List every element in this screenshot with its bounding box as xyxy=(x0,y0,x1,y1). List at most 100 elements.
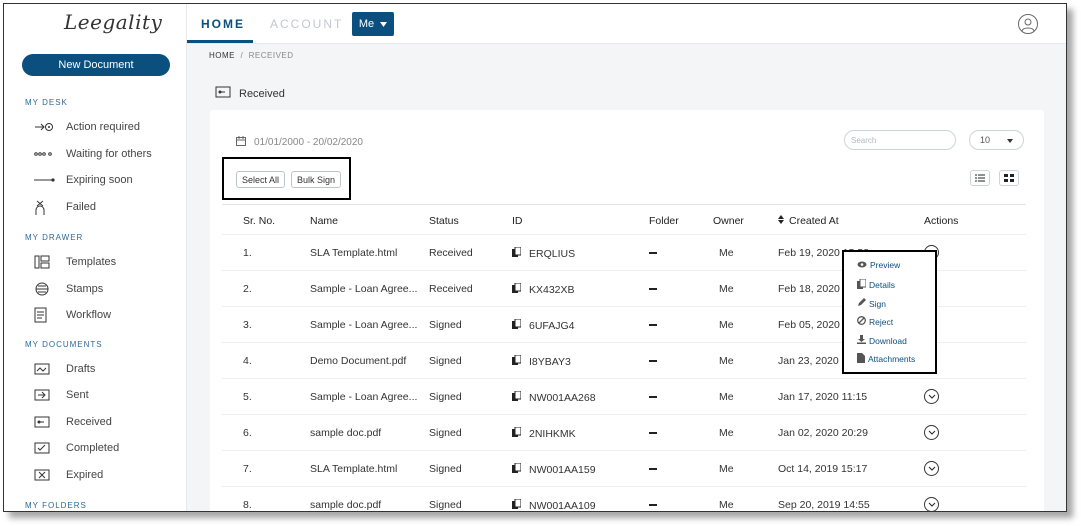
user-avatar-icon[interactable] xyxy=(1018,14,1038,34)
copy-icon[interactable] xyxy=(512,498,522,511)
cell-sr: 2. xyxy=(243,283,252,295)
search-input[interactable]: Search xyxy=(844,130,956,150)
row-actions-chevron-icon[interactable] xyxy=(924,425,939,440)
table-row[interactable]: 5. Sample - Loan Agree... Signed NW001AA… xyxy=(222,378,1026,414)
menu-item-reject[interactable]: Reject xyxy=(857,316,893,327)
grid-view-icon[interactable] xyxy=(999,170,1019,186)
bulk-actions-highlight: Select All Bulk Sign xyxy=(222,157,351,200)
table-row[interactable]: 6. sample doc.pdf Signed 2NIHKMK Me Jan … xyxy=(222,414,1026,450)
active-tab-indicator xyxy=(187,40,253,43)
cell-id-text: ERQLIUS xyxy=(529,247,576,260)
failed-icon xyxy=(34,199,56,215)
per-page-select[interactable]: 10 xyxy=(969,130,1024,150)
copy-icon[interactable] xyxy=(512,390,522,404)
sidebar-item-waiting[interactable]: Waiting for others xyxy=(34,145,152,163)
menu-item-details[interactable]: Details xyxy=(857,278,895,291)
sidebar-item-stamps[interactable]: Stamps xyxy=(34,280,103,298)
menu-item-attachments[interactable]: Attachments xyxy=(857,353,915,365)
page-title-text: Received xyxy=(239,87,285,100)
cell-id-text: NW001AA268 xyxy=(529,391,596,404)
cell-folder-empty xyxy=(649,324,657,326)
table-row[interactable]: 8. sample doc.pdf Signed NW001AA109 Me S… xyxy=(222,486,1026,512)
eye-icon xyxy=(857,260,867,270)
cell-owner: Me xyxy=(719,355,734,367)
cell-name: Sample - Loan Agree... xyxy=(310,283,418,295)
me-dropdown-button[interactable]: Me xyxy=(352,12,394,36)
breadcrumb-home[interactable]: HOME xyxy=(209,51,235,60)
list-view-icon[interactable] xyxy=(970,170,990,186)
sidebar-item-action-required[interactable]: Action required xyxy=(34,118,140,136)
file-icon xyxy=(857,353,865,365)
row-actions-chevron-icon[interactable] xyxy=(924,461,939,476)
cell-status: Signed xyxy=(429,319,462,331)
menu-item-preview[interactable]: Preview xyxy=(857,260,900,270)
sidebar-item-expiring[interactable]: Expiring soon xyxy=(34,171,133,189)
cell-id-text: I8YBAY3 xyxy=(529,355,571,368)
cell-id-text: NW001AA109 xyxy=(529,499,596,512)
table-row[interactable]: 7. SLA Template.html Signed NW001AA159 M… xyxy=(222,450,1026,486)
sidebar-item-received[interactable]: Received xyxy=(34,413,112,431)
copy-icon[interactable] xyxy=(512,462,522,476)
copy-icon[interactable] xyxy=(512,426,522,440)
sidebar-item-workflow[interactable]: Workflow xyxy=(34,306,111,324)
cell-folder-empty xyxy=(649,504,657,506)
sidebar-item-templates[interactable]: Templates xyxy=(34,253,116,271)
expiring-icon xyxy=(34,175,56,185)
row-actions-chevron-icon[interactable] xyxy=(924,497,939,511)
cell-owner: Me xyxy=(719,319,734,331)
menu-item-download[interactable]: Download xyxy=(857,335,907,346)
sidebar-item-label: Waiting for others xyxy=(66,148,152,160)
header-created-at[interactable]: Created At xyxy=(778,215,839,227)
copy-icon[interactable] xyxy=(512,354,522,368)
sidebar-item-completed[interactable]: Completed xyxy=(34,439,119,457)
workflow-icon xyxy=(34,307,56,323)
expired-icon xyxy=(34,469,56,481)
sidebar-item-drafts[interactable]: Drafts xyxy=(34,360,95,378)
menu-item-label: Reject xyxy=(869,316,894,327)
menu-item-label: Details xyxy=(869,280,895,290)
new-document-button[interactable]: New Document xyxy=(22,54,170,76)
menu-item-label: Sign xyxy=(869,298,887,309)
cell-status: Signed xyxy=(429,391,462,403)
cell-id-text: NW001AA159 xyxy=(529,463,596,476)
bulk-sign-button[interactable]: Bulk Sign xyxy=(291,171,342,188)
cell-created: Jan 17, 2020 11:15 xyxy=(778,391,868,403)
row-actions-chevron-icon[interactable] xyxy=(924,389,939,404)
cell-id-text: KX432XB xyxy=(529,283,575,296)
cell-id: 2NIHKMK xyxy=(512,426,576,440)
menu-item-sign[interactable]: Sign xyxy=(857,298,886,309)
copy-icon[interactable] xyxy=(512,246,522,260)
tab-home[interactable]: HOME xyxy=(201,17,245,31)
sidebar-item-failed[interactable]: Failed xyxy=(34,198,96,216)
cell-owner: Me xyxy=(719,247,734,259)
cell-created: Oct 14, 2019 15:17 xyxy=(778,463,868,475)
per-page-value: 10 xyxy=(980,135,991,145)
copy-icon[interactable] xyxy=(512,282,522,296)
actions-dropdown-menu: Preview Details Sign Reject Download Att… xyxy=(842,250,937,374)
cell-created: Sep 20, 2019 14:55 xyxy=(778,499,870,511)
received-icon xyxy=(215,86,231,101)
breadcrumb-separator: / xyxy=(240,51,244,60)
page-title: Received xyxy=(215,86,285,101)
header-id: ID xyxy=(512,215,523,227)
cell-status: Signed xyxy=(429,427,462,439)
copy-icon[interactable] xyxy=(512,318,522,332)
cell-folder-empty xyxy=(649,432,657,434)
cell-name: Sample - Loan Agree... xyxy=(310,391,418,403)
sidebar-item-expired[interactable]: Expired xyxy=(34,466,103,484)
date-range-picker[interactable]: 01/01/2000 - 20/02/2020 xyxy=(236,136,363,149)
sidebar-item-label: Failed xyxy=(66,201,96,213)
sidebar: Leegality New Document MY DESK Action re… xyxy=(4,4,187,511)
menu-item-label: Preview xyxy=(870,260,901,270)
cell-sr: 7. xyxy=(243,463,252,475)
header-folder: Folder xyxy=(649,215,679,227)
ban-icon xyxy=(857,316,866,327)
select-all-button[interactable]: Select All xyxy=(236,171,286,188)
cell-id: I8YBAY3 xyxy=(512,354,571,368)
sidebar-item-label: Drafts xyxy=(66,363,96,375)
tab-account[interactable]: ACCOUNT xyxy=(270,17,343,31)
cell-id-text: 2NIHKMK xyxy=(529,427,576,440)
cell-id: KX432XB xyxy=(512,282,575,296)
section-my-desk: MY DESK xyxy=(25,98,68,107)
sidebar-item-sent[interactable]: Sent xyxy=(34,386,89,404)
